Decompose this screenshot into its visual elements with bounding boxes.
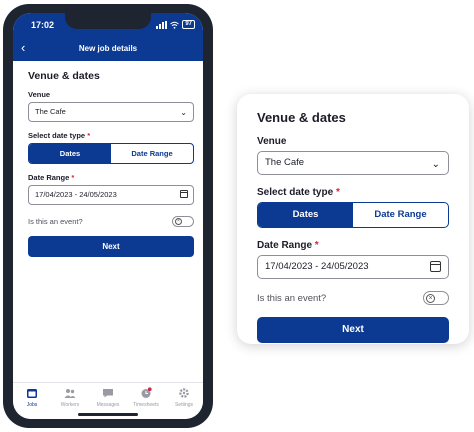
venue-select[interactable]: The Cafe ⌄	[28, 102, 194, 122]
event-question: Is this an event?	[257, 292, 327, 304]
date-type-dates-button[interactable]: Dates	[258, 203, 353, 227]
venue-select-value: The Cafe	[35, 107, 66, 116]
home-indicator	[78, 413, 138, 416]
venue-label: Venue	[28, 90, 194, 99]
date-range-label: Date Range *	[257, 240, 449, 251]
event-row: Is this an event? ×	[28, 216, 194, 227]
wifi-icon	[170, 21, 180, 29]
people-icon	[64, 389, 76, 398]
zoomed-form: Venue & dates Venue The Cafe ⌄ Select da…	[257, 110, 449, 343]
tab-label: Jobs	[26, 402, 38, 408]
event-toggle[interactable]: ×	[172, 216, 194, 227]
next-button[interactable]: Next	[257, 317, 449, 343]
date-range-label-text: Date Range	[28, 173, 70, 182]
date-range-value: 17/04/2023 - 24/05/2023	[265, 261, 369, 272]
date-type-range-button[interactable]: Date Range	[353, 203, 448, 227]
section-title: Venue & dates	[257, 110, 346, 125]
event-question: Is this an event?	[28, 217, 83, 226]
date-range-input[interactable]: 17/04/2023 - 24/05/2023	[28, 185, 194, 205]
tab-label: Messages	[96, 402, 120, 408]
date-range-input[interactable]: 17/04/2023 - 24/05/2023	[257, 255, 449, 279]
calendar-icon	[27, 389, 37, 398]
date-type-toggle: Dates Date Range	[28, 143, 194, 164]
date-range-value: 17/04/2023 - 24/05/2023	[35, 190, 117, 199]
clock-icon	[141, 387, 152, 398]
venue-dates-form: Venue & dates Venue The Cafe ⌄ Select da…	[28, 70, 194, 257]
date-type-toggle: Dates Date Range	[257, 202, 449, 228]
event-row: Is this an event? ×	[257, 291, 449, 305]
required-mark: *	[314, 240, 319, 251]
status-time: 17:02	[31, 20, 55, 30]
date-type-label: Select date type *	[257, 187, 449, 198]
phone-notch	[65, 13, 151, 29]
venue-select-value: The Cafe	[265, 157, 305, 168]
tab-label: Settings	[174, 402, 194, 408]
signal-icon	[156, 20, 168, 29]
required-mark: *	[335, 187, 340, 198]
status-icons: 97	[156, 20, 195, 29]
bottom-tab-bar: Jobs Workers Messages Timesheets Setting…	[13, 382, 203, 419]
date-range-label-text: Date Range	[257, 240, 313, 251]
tab-label: Timesheets	[133, 402, 159, 408]
event-toggle[interactable]: ×	[423, 291, 449, 305]
venue-label-text: Venue	[257, 136, 287, 147]
required-mark: *	[71, 173, 75, 182]
chevron-down-icon: ⌄	[180, 108, 187, 117]
toggle-off-icon: ×	[426, 293, 435, 303]
date-type-label-text: Select date type	[257, 187, 334, 198]
calendar-icon[interactable]	[430, 261, 441, 272]
zoomed-form-card: Venue & dates Venue The Cafe ⌄ Select da…	[237, 94, 469, 344]
date-range-label: Date Range *	[28, 173, 194, 182]
date-type-label: Select date type *	[28, 131, 194, 140]
toggle-off-icon: ×	[175, 218, 182, 225]
page-title: New job details	[78, 44, 138, 53]
chat-icon	[103, 389, 113, 398]
phone-screen: 17:02 97 ‹ New job details Venue & dates…	[13, 13, 203, 419]
required-mark: *	[87, 131, 91, 140]
section-title: Venue & dates	[28, 70, 100, 82]
venue-select[interactable]: The Cafe ⌄	[257, 151, 449, 175]
venue-label: Venue	[257, 136, 449, 147]
chevron-down-icon: ⌄	[431, 159, 440, 170]
battery-icon: 97	[182, 20, 195, 29]
tab-label: Workers	[60, 402, 80, 408]
gear-icon	[179, 388, 189, 398]
calendar-icon[interactable]	[180, 190, 188, 198]
phone-mockup: 17:02 97 ‹ New job details Venue & dates…	[3, 4, 213, 428]
date-type-range-button[interactable]: Date Range	[111, 144, 193, 163]
next-button[interactable]: Next	[28, 236, 194, 257]
status-bar: 17:02 97	[13, 13, 203, 37]
tab-jobs[interactable]: Jobs	[13, 383, 51, 419]
venue-label-text: Venue	[28, 90, 51, 99]
date-type-dates-button[interactable]: Dates	[29, 144, 111, 163]
app-header: ‹ New job details	[13, 37, 203, 61]
tab-settings[interactable]: Settings	[165, 383, 203, 419]
date-type-label-text: Select date type	[28, 131, 86, 140]
